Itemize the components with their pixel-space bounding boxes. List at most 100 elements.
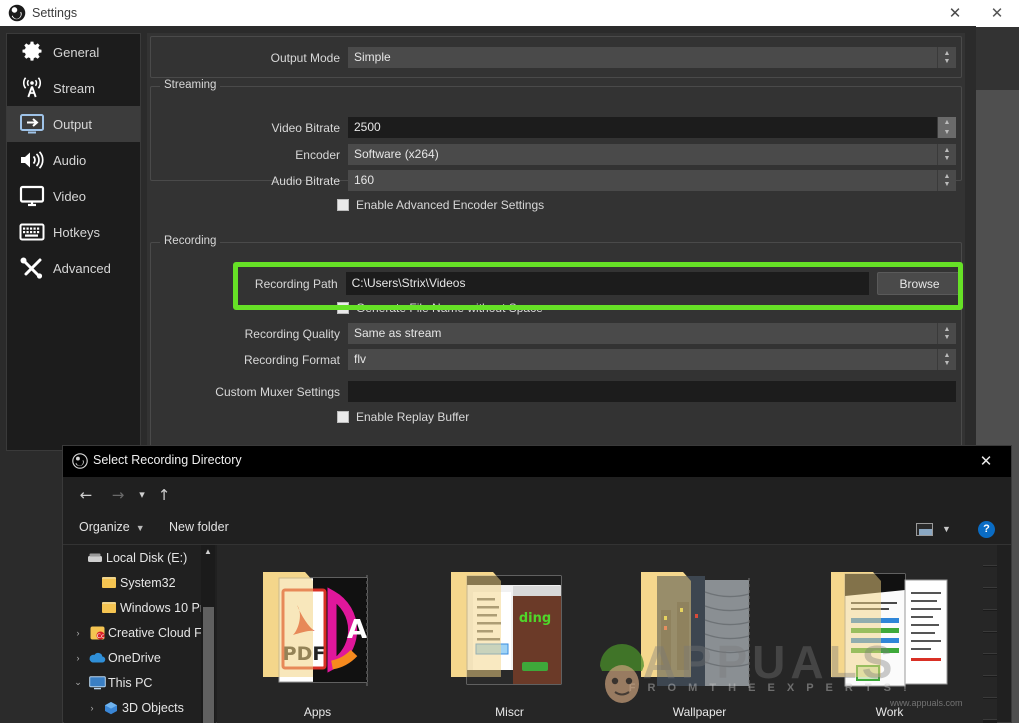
scrollbar-segment[interactable] bbox=[983, 567, 997, 588]
help-button[interactable]: ? bbox=[978, 521, 995, 538]
background-close-icon[interactable]: ✕ bbox=[988, 6, 1006, 22]
creative-cloud-icon: Cc bbox=[86, 626, 108, 640]
tree-scrollbar[interactable]: ▲ bbox=[201, 545, 215, 723]
generate-no-space-label: Generate File Name without Space bbox=[356, 301, 543, 315]
scrollbar-segment[interactable] bbox=[983, 699, 997, 720]
settings-close-icon[interactable]: ✕ bbox=[940, 3, 970, 23]
recording-format-label: Recording Format bbox=[243, 352, 340, 367]
view-layout-icon[interactable] bbox=[916, 523, 933, 536]
tree-item-creative-cloud-files[interactable]: › Cc Creative Cloud Fil bbox=[64, 620, 216, 645]
recording-format-select[interactable]: flv bbox=[348, 349, 937, 370]
sidebar-item-stream[interactable]: Stream bbox=[7, 70, 140, 106]
documents-folder-thumb bbox=[831, 572, 948, 687]
settings-titlebar[interactable]: Settings ✕ bbox=[0, 0, 976, 26]
forward-button[interactable]: → bbox=[105, 482, 131, 508]
recording-quality-spinner[interactable]: ▲ ▼ bbox=[937, 323, 956, 344]
tree-item-3d-objects[interactable]: › 3D Objects bbox=[64, 695, 216, 720]
keyboard-icon bbox=[15, 218, 49, 246]
speaker-icon bbox=[15, 146, 49, 174]
recording-quality-row: Recording Quality Same as stream ▲ ▼ bbox=[150, 322, 962, 345]
scrollbar-segment[interactable] bbox=[983, 545, 997, 566]
sidebar-item-advanced[interactable]: Advanced bbox=[7, 250, 140, 286]
sidebar-item-label: General bbox=[53, 44, 100, 60]
tools-icon bbox=[15, 254, 49, 282]
list-item[interactable]: ding Miscr bbox=[427, 550, 592, 719]
custom-muxer-input[interactable] bbox=[348, 381, 956, 402]
explorer-titlebar[interactable]: Select Recording Directory ✕ bbox=[63, 446, 1011, 477]
chevron-right-icon[interactable]: › bbox=[84, 703, 100, 713]
scrollbar-segment[interactable] bbox=[983, 589, 997, 610]
scrollbar-segment[interactable] bbox=[983, 611, 997, 632]
sidebar-item-label: Hotkeys bbox=[53, 224, 100, 240]
list-item[interactable]: Work bbox=[807, 550, 972, 719]
organize-label: Organize bbox=[79, 520, 130, 534]
scrollbar-segment[interactable] bbox=[983, 655, 997, 676]
replay-buffer-checkbox[interactable] bbox=[337, 411, 349, 423]
chevron-down-icon[interactable]: ⌄ bbox=[70, 677, 86, 688]
sidebar-item-label: Audio bbox=[53, 152, 87, 168]
obs-logo-icon bbox=[72, 453, 88, 469]
sidebar-item-hotkeys[interactable]: Hotkeys bbox=[7, 214, 140, 250]
tree-item-onedrive[interactable]: › OneDrive bbox=[64, 645, 216, 670]
recording-path-input[interactable]: C:\Users\Strix\Videos bbox=[345, 272, 870, 295]
recording-quality-select[interactable]: Same as stream bbox=[348, 323, 937, 344]
view-layout-icon-inner bbox=[919, 529, 932, 535]
list-item-label: Wallpaper bbox=[672, 705, 727, 719]
sidebar-item-audio[interactable]: Audio bbox=[7, 142, 140, 178]
explorer-close-icon[interactable]: ✕ bbox=[965, 446, 1007, 477]
tree-item-local-disk-e[interactable]: Local Disk (E:) bbox=[64, 545, 216, 570]
custom-muxer-row: Custom Muxer Settings bbox=[150, 380, 962, 403]
replay-buffer-label: Enable Replay Buffer bbox=[356, 410, 470, 424]
organize-button[interactable]: Organize ▼ bbox=[79, 520, 145, 534]
video-bitrate-row: Video Bitrate 2500 ▲ ▼ bbox=[150, 116, 962, 139]
audio-bitrate-spinner[interactable]: ▲ ▼ bbox=[937, 170, 956, 191]
file-list-scrollbar[interactable] bbox=[983, 545, 997, 723]
sidebar-item-label: Advanced bbox=[53, 260, 111, 276]
generate-no-space-row: Generate File Name without Space bbox=[337, 301, 543, 315]
tree-item-system32[interactable]: System32 bbox=[64, 570, 216, 595]
tree-item-label: 3D Objects bbox=[122, 700, 184, 715]
browse-button[interactable]: Browse bbox=[877, 272, 963, 295]
up-button[interactable]: ↑ bbox=[151, 482, 177, 508]
encoder-row: Encoder Software (x264) ▲ ▼ bbox=[150, 143, 962, 166]
sidebar-item-general[interactable]: General bbox=[7, 34, 140, 70]
encoder-label: Encoder bbox=[295, 147, 340, 162]
output-mode-spinner[interactable]: ▲ ▼ bbox=[937, 47, 956, 68]
audio-bitrate-select[interactable]: 160 bbox=[348, 170, 937, 191]
recording-path-row: Recording Path C:\Users\Strix\Videos Bro… bbox=[150, 272, 963, 295]
sidebar-item-video[interactable]: Video bbox=[7, 178, 140, 214]
svg-text:Cc: Cc bbox=[96, 633, 104, 640]
gear-icon bbox=[15, 38, 49, 66]
advanced-encoder-checkbox[interactable] bbox=[337, 199, 349, 211]
background-window-titlebar: ✕ bbox=[970, 0, 1019, 27]
onedrive-icon bbox=[86, 652, 108, 664]
settings-pane: Output Mode Simple ▲ ▼ Streaming Video Bi… bbox=[147, 33, 965, 451]
output-mode-select[interactable]: Simple bbox=[348, 47, 937, 68]
sidebar-item-output[interactable]: Output bbox=[7, 106, 140, 142]
scrollbar-segment[interactable] bbox=[983, 633, 997, 654]
scrollbar-segment[interactable] bbox=[983, 677, 997, 698]
encoder-spinner[interactable]: ▲ ▼ bbox=[937, 144, 956, 165]
back-button[interactable]: ← bbox=[73, 482, 99, 508]
encoder-select[interactable]: Software (x264) bbox=[348, 144, 937, 165]
explorer-navbar: ← → ▾ ↑ › This PC › Desktop ▾ ↻ Search D… bbox=[63, 477, 1011, 538]
new-folder-button[interactable]: New folder bbox=[169, 520, 229, 534]
caret-down-icon[interactable]: ▼ bbox=[942, 524, 951, 534]
chevron-right-icon[interactable]: › bbox=[70, 653, 86, 663]
select-recording-directory-dialog: Select Recording Directory ✕ ← → ▾ ↑ › T… bbox=[62, 445, 1012, 723]
tree-item-label: Windows 10 Pro bbox=[120, 600, 212, 615]
scroll-up-icon[interactable]: ▲ bbox=[201, 545, 215, 559]
list-item[interactable]: Wallpaper bbox=[617, 550, 782, 719]
caret-down-icon: ▼ bbox=[133, 523, 145, 533]
generate-no-space-checkbox[interactable] bbox=[337, 302, 349, 314]
video-bitrate-input[interactable]: 2500 bbox=[348, 117, 937, 138]
recording-format-row: Recording Format flv ▲ ▼ bbox=[150, 348, 962, 371]
chevron-right-icon[interactable]: › bbox=[70, 628, 86, 638]
video-bitrate-spinner[interactable]: ▲ ▼ bbox=[937, 117, 956, 138]
tree-scrollbar-thumb[interactable] bbox=[203, 607, 214, 723]
tree-item-windows-10-pro[interactable]: Windows 10 Pro bbox=[64, 595, 216, 620]
recording-format-spinner[interactable]: ▲ ▼ bbox=[937, 349, 956, 370]
svg-text:ding: ding bbox=[519, 611, 551, 626]
list-item[interactable]: A PDF Apps bbox=[235, 550, 400, 719]
tree-item-this-pc[interactable]: ⌄ This PC bbox=[64, 670, 216, 695]
